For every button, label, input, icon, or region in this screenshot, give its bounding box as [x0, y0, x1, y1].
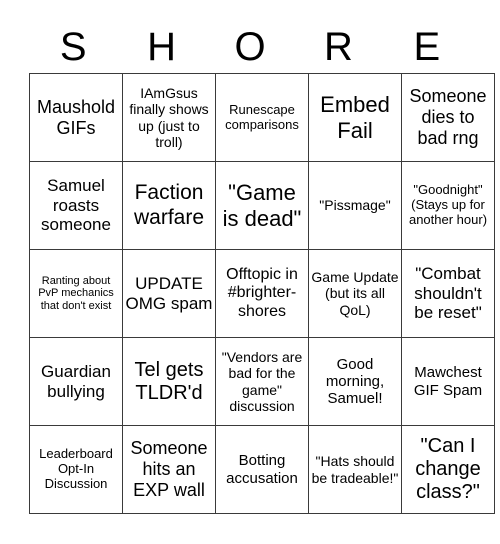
- header-letter-h: H: [147, 25, 177, 69]
- bingo-cell[interactable]: Runescape comparisons: [215, 73, 309, 162]
- bingo-row: Samuel roasts someone Faction warfare "G…: [29, 161, 495, 250]
- bingo-cell[interactable]: Game Update (but its all QoL): [308, 249, 402, 338]
- bingo-cell[interactable]: Maushold GIFs: [29, 73, 123, 162]
- bingo-cell[interactable]: "Combat shouldn't be reset": [401, 249, 495, 338]
- bingo-cell[interactable]: Embed Fail: [308, 73, 402, 162]
- bingo-cell[interactable]: Someone dies to bad rng: [401, 73, 495, 162]
- bingo-row: Maushold GIFs IAmGsus finally shows up (…: [29, 73, 495, 162]
- bingo-cell[interactable]: Ranting about PvP mechanics that don't e…: [29, 249, 123, 338]
- bingo-cell[interactable]: Good morning, Samuel!: [308, 337, 402, 426]
- bingo-cell[interactable]: IAmGsus finally shows up (just to troll): [122, 73, 216, 162]
- bingo-cell[interactable]: Offtopic in #brighter-shores: [215, 249, 309, 338]
- header-letter-s: S: [59, 25, 87, 69]
- bingo-cell[interactable]: Mawchest GIF Spam: [401, 337, 495, 426]
- bingo-row: Leaderboard Opt-In Discussion Someone hi…: [29, 425, 495, 514]
- bingo-cell[interactable]: "Goodnight" (Stays up for another hour): [401, 161, 495, 250]
- bingo-cell[interactable]: Leaderboard Opt-In Discussion: [29, 425, 123, 514]
- bingo-cell[interactable]: "Hats should be tradeable!": [308, 425, 402, 514]
- header-letter-r: R: [323, 25, 353, 69]
- bingo-grid: Maushold GIFs IAmGsus finally shows up (…: [29, 73, 495, 514]
- bingo-row: Ranting about PvP mechanics that don't e…: [29, 249, 495, 338]
- bingo-row: Guardian bullying Tel gets TLDR'd "Vendo…: [29, 337, 495, 426]
- bingo-cell[interactable]: Guardian bullying: [29, 337, 123, 426]
- bingo-cell[interactable]: Botting accusation: [215, 425, 309, 514]
- bingo-cell[interactable]: "Can I change class?": [401, 425, 495, 514]
- bingo-cell[interactable]: Faction warfare: [122, 161, 216, 250]
- bingo-header: S H O R E: [29, 22, 471, 72]
- bingo-cell[interactable]: "Pissmage": [308, 161, 402, 250]
- bingo-cell[interactable]: Someone hits an EXP wall: [122, 425, 216, 514]
- bingo-cell[interactable]: Samuel roasts someone: [29, 161, 123, 250]
- header-letter-e: E: [413, 25, 441, 69]
- header-letter-o: O: [234, 25, 266, 69]
- bingo-cell[interactable]: Tel gets TLDR'd: [122, 337, 216, 426]
- bingo-cell[interactable]: UPDATE OMG spam: [122, 249, 216, 338]
- bingo-cell[interactable]: "Game is dead": [215, 161, 309, 250]
- bingo-cell[interactable]: "Vendors are bad for the game" discussio…: [215, 337, 309, 426]
